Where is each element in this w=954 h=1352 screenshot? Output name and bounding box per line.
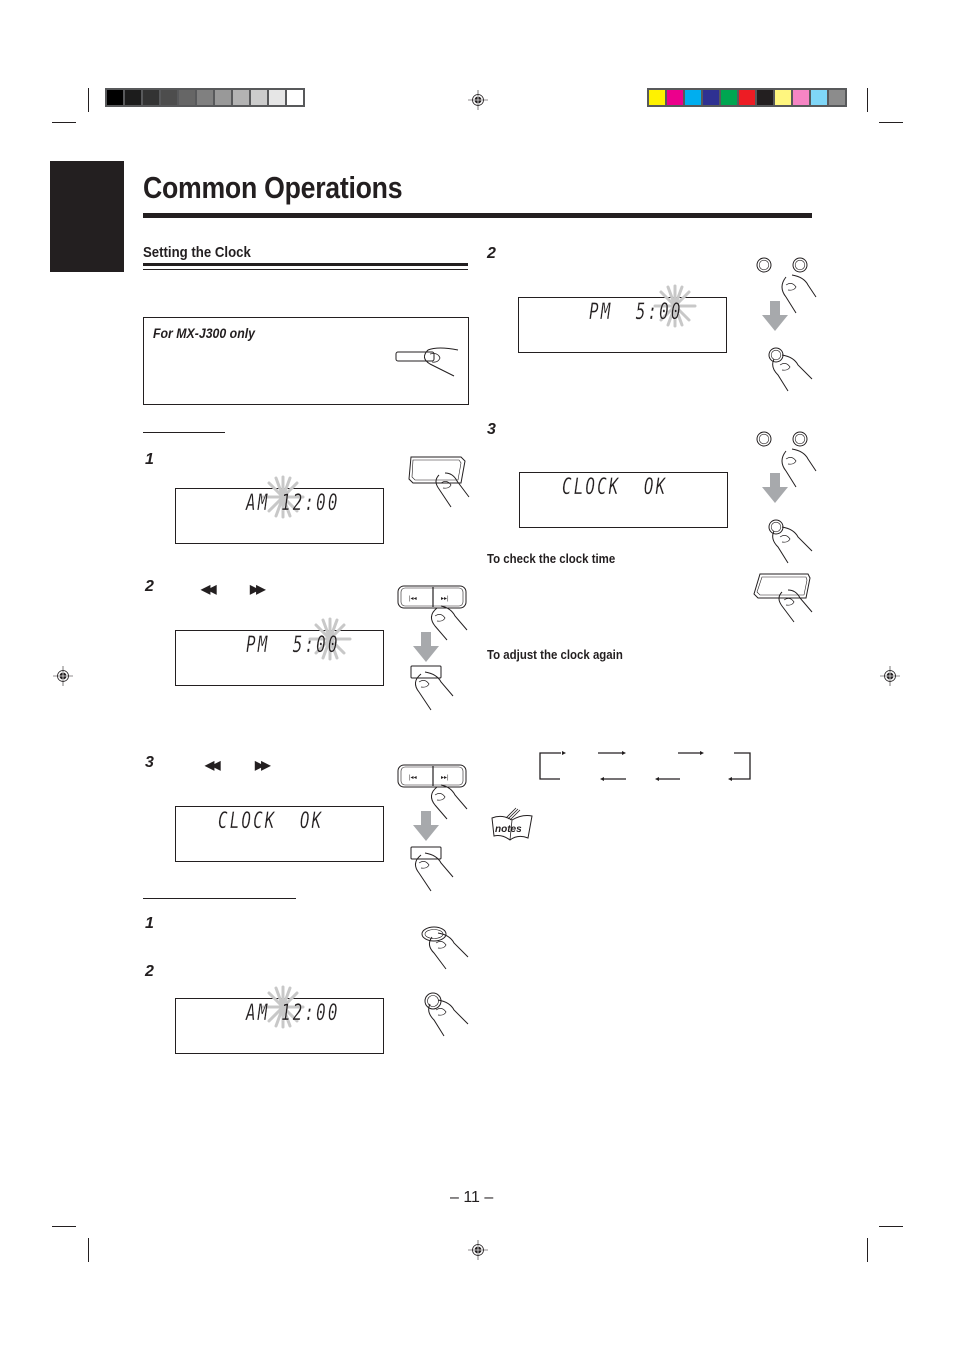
section-rule <box>143 263 468 266</box>
calibration-swatch <box>667 90 683 105</box>
calibration-swatch <box>233 90 249 105</box>
crop-mark <box>867 1238 868 1262</box>
step-number: 3 <box>487 421 496 438</box>
adjust-clock-heading: To adjust the clock again <box>487 647 623 662</box>
lcd-display: PM 5:00 <box>175 617 384 686</box>
crop-mark <box>879 1226 903 1227</box>
finger-press-button-icon <box>753 573 813 623</box>
calibration-swatch <box>829 90 845 105</box>
skip-forward-icon: ▶▶ <box>250 582 266 596</box>
color-calibration-bar <box>647 88 847 107</box>
calibration-swatch <box>269 90 285 105</box>
svg-text:▸▸|: ▸▸| <box>441 775 449 781</box>
lcd-text: CLOCK OK <box>562 475 668 500</box>
finger-press-button-icon <box>408 456 470 508</box>
finger-press-remote-buttons-then-set-icon <box>756 257 817 392</box>
skip-back-icon: ◀◀ <box>205 758 221 772</box>
notes-icon-label: notes <box>495 824 522 835</box>
procedure-b-rule <box>143 898 296 899</box>
lcd-text: AM 12:00 <box>246 1001 340 1026</box>
model-note-box: For MX-J300 only <box>143 317 469 405</box>
calibration-swatch <box>215 90 231 105</box>
note-box-title: For MX-J300 only <box>153 325 256 341</box>
finger-press-skip-buttons-then-set-icon: |◂◂ ▸▸| <box>397 585 468 711</box>
lcd-display: CLOCK OK <box>519 472 728 528</box>
lcd-display: PM 5:00 <box>518 284 727 353</box>
step-number: 1 <box>145 451 154 468</box>
lcd-text: CLOCK OK <box>218 809 324 834</box>
calibration-swatch <box>161 90 177 105</box>
calibration-swatch <box>649 90 665 105</box>
title-rule <box>143 213 812 218</box>
crop-mark <box>88 1238 89 1262</box>
calibration-swatch <box>739 90 755 105</box>
registration-mark-icon <box>468 90 488 110</box>
calibration-swatch <box>757 90 773 105</box>
svg-text:|◂◂: |◂◂ <box>409 596 417 602</box>
calibration-swatch <box>179 90 195 105</box>
lcd-text: AM 12:00 <box>246 491 340 516</box>
step-number: 2 <box>487 245 496 262</box>
calibration-swatch <box>107 90 123 105</box>
notes-icon: notes <box>491 807 533 841</box>
step-number: 3 <box>145 754 154 771</box>
calibration-swatch <box>685 90 701 105</box>
finger-press-small-round-button-icon <box>424 992 469 1037</box>
grayscale-calibration-bar <box>105 88 305 107</box>
chapter-tab <box>50 161 124 272</box>
check-clock-heading: To check the clock time <box>487 551 616 566</box>
section-title: Setting the Clock <box>143 244 251 261</box>
crop-mark <box>88 88 89 112</box>
svg-text:|◂◂: |◂◂ <box>409 775 417 781</box>
lcd-display: AM 12:00 <box>175 985 384 1054</box>
calibration-swatch <box>143 90 159 105</box>
calibration-swatch <box>703 90 719 105</box>
finger-press-slim-button-icon <box>395 347 459 377</box>
registration-mark-icon <box>880 666 900 686</box>
procedure-a-rule <box>143 432 225 433</box>
skip-forward-icon: ▶▶ <box>255 758 271 772</box>
lcd-text: PM 5:00 <box>589 300 683 325</box>
finger-press-skip-buttons-then-set-icon: |◂◂ ▸▸| <box>397 764 468 892</box>
calibration-swatch <box>287 90 303 105</box>
page-number: – 11 – <box>450 1189 494 1206</box>
calibration-swatch <box>811 90 827 105</box>
calibration-swatch <box>197 90 213 105</box>
crop-mark <box>879 122 903 123</box>
finger-press-remote-buttons-then-set-icon <box>756 431 817 564</box>
calibration-swatch <box>251 90 267 105</box>
step-number: 2 <box>145 578 154 595</box>
registration-mark-icon <box>53 666 73 686</box>
step-number: 1 <box>145 915 154 932</box>
calibration-swatch <box>793 90 809 105</box>
calibration-swatch <box>721 90 737 105</box>
crop-mark <box>52 1226 76 1227</box>
lcd-text: PM 5:00 <box>246 633 340 658</box>
crop-mark <box>52 122 76 123</box>
registration-mark-icon <box>468 1240 488 1260</box>
page-title: Common Operations <box>143 170 403 205</box>
cycle-flow-diagram <box>539 751 751 781</box>
calibration-swatch <box>125 90 141 105</box>
step-number: 2 <box>145 963 154 980</box>
section-rule <box>143 269 468 270</box>
skip-back-icon: ◀◀ <box>201 582 217 596</box>
svg-text:▸▸|: ▸▸| <box>441 596 449 602</box>
calibration-swatch <box>775 90 791 105</box>
finger-press-round-button-icon <box>421 926 469 970</box>
crop-mark <box>867 88 868 112</box>
lcd-display: AM 12:00 <box>175 475 384 544</box>
lcd-display: CLOCK OK <box>175 806 384 862</box>
